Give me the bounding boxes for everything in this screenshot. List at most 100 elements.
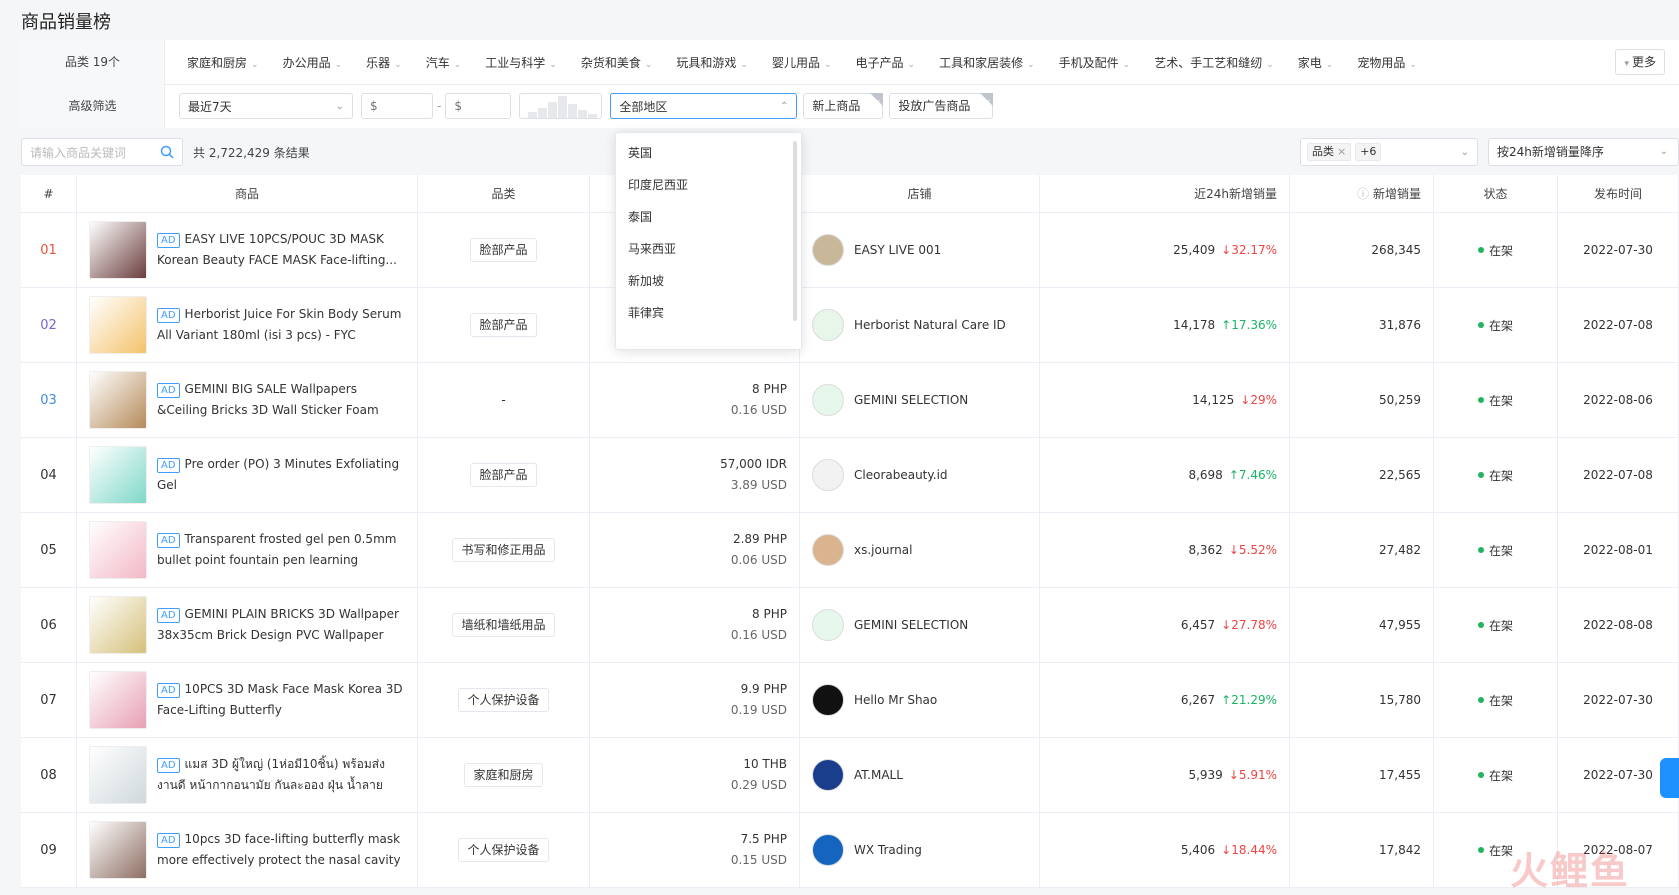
category-item[interactable]: 工具和家居装修 ⌄ [939, 54, 1035, 71]
category-item[interactable]: 乐器 ⌄ [366, 54, 402, 71]
price-min-input[interactable] [361, 93, 433, 119]
category-item[interactable]: 杂货和美食 ⌄ [581, 54, 653, 71]
table-row[interactable]: 04 AD Pre order (PO) 3 Minutes Exfoliating… [21, 438, 1679, 513]
sales-24h-cell: 6,267 ↑21.29% [1040, 663, 1290, 737]
product-title-block[interactable]: AD Herborist Juice For Skin Body Serum Al… [157, 304, 405, 346]
filter-panel: 品类 19个 家庭和厨房 ⌄ 办公用品 ⌄ 乐器 ⌄ 汽车 ⌄ 工业与科学 ⌄ 杂货和美食 ⌄ 玩具和游… [21, 40, 1679, 128]
region-option[interactable]: 新加坡 [616, 265, 801, 297]
shop-name[interactable]: Cleorabeauty.id [854, 468, 948, 482]
product-thumbnail[interactable] [89, 521, 147, 579]
price-max-input[interactable] [445, 93, 512, 119]
shop-logo[interactable] [812, 534, 844, 566]
more-categories-button[interactable]: ▾ 更多 [1615, 49, 1665, 75]
product-thumbnail[interactable] [89, 371, 147, 429]
product-thumbnail[interactable] [89, 821, 147, 879]
category-item[interactable]: 手机及配件 ⌄ [1059, 54, 1131, 71]
shop-logo[interactable] [812, 459, 844, 491]
table-row[interactable]: 08 AD แมส 3D ผู้ใหญ่ (1ห่อมี10ชิ้น) พร้อมส… [21, 738, 1679, 813]
category-item[interactable]: 工业与科学 ⌄ [485, 54, 557, 71]
new-sales: 17,842 [1379, 843, 1421, 857]
region-option[interactable]: 英国 [616, 137, 801, 169]
price-usd: 0.19 USD [730, 703, 787, 717]
shop-logo[interactable] [812, 759, 844, 791]
region-select[interactable]: 全部地区 ⌃ [610, 93, 798, 119]
price-histogram[interactable] [519, 93, 603, 119]
shop-logo[interactable] [812, 234, 844, 266]
table-row[interactable]: 03 AD GEMINI BIG SALE Wallpapers &Ceiling … [21, 363, 1679, 438]
col-new-sales[interactable]: ⓘ 新增销量 [1290, 175, 1434, 212]
close-icon[interactable]: × [1337, 145, 1346, 158]
shop-name[interactable]: GEMINI SELECTION [854, 393, 968, 407]
shop-logo[interactable] [812, 834, 844, 866]
category-cell: 脸部产品 [418, 438, 590, 512]
table-row[interactable]: 07 AD 10PCS 3D Mask Face Mask Korea 3D Fac… [21, 663, 1679, 738]
ad-badge: AD [157, 533, 180, 548]
shop-name[interactable]: Hello Mr Shao [854, 693, 937, 707]
product-title-block[interactable]: AD GEMINI PLAIN BRICKS 3D Wallpaper 38x35… [157, 604, 405, 646]
shop-name[interactable]: WX Trading [854, 843, 922, 857]
category-multi-select[interactable]: 品类 × +6 ⌄ [1300, 138, 1478, 166]
shop-logo[interactable] [812, 309, 844, 341]
region-option[interactable]: 马来西亚 [616, 233, 801, 265]
sales-24h: 14,178 [1173, 318, 1216, 332]
search-icon[interactable] [160, 145, 174, 162]
floating-chat-button[interactable] [1660, 758, 1679, 798]
product-thumbnail[interactable] [89, 596, 147, 654]
search-input[interactable] [22, 139, 162, 167]
row-index: 08 [40, 767, 57, 783]
product-title-block[interactable]: AD GEMINI BIG SALE Wallpapers &Ceiling Br… [157, 379, 405, 421]
product-title-block[interactable]: AD 10pcs 3D face-lifting butterfly mask m… [157, 829, 405, 871]
product-title-block[interactable]: AD Pre order (PO) 3 Minutes Exfoliating G… [157, 454, 405, 496]
new-product-label: 新上商品 [812, 99, 861, 113]
dropdown-scrollbar[interactable] [793, 141, 797, 321]
category-tag-label: 品类 [1312, 145, 1334, 158]
category-item[interactable]: 电子产品 ⌄ [856, 54, 916, 71]
product-title-block[interactable]: AD EASY LIVE 10PCS/POUC 3D MASK Korean Be… [157, 229, 405, 271]
region-option[interactable]: 菲律宾 [616, 297, 801, 329]
shop-name[interactable]: Herborist Natural Care ID [854, 318, 1006, 332]
product-thumbnail[interactable] [89, 296, 147, 354]
product-thumbnail[interactable] [89, 221, 147, 279]
region-option[interactable]: 印度尼西亚 [616, 169, 801, 201]
region-option[interactable]: 泰国 [616, 201, 801, 233]
category-item[interactable]: 办公用品 ⌄ [283, 54, 343, 71]
new-product-checkbox[interactable]: 新上商品 ✓ [803, 93, 884, 119]
table-row[interactable]: 09 AD 10pcs 3D face-lifting butterfly mask… [21, 813, 1679, 888]
category-item[interactable]: 家庭和厨房 ⌄ [187, 54, 259, 71]
row-index: 05 [40, 542, 57, 558]
date-range-select[interactable]: 最近7天 ⌄ [179, 93, 353, 119]
table-row[interactable]: 01 AD EASY LIVE 10PCS/POUC 3D MASK Korean … [21, 213, 1679, 288]
shop-name[interactable]: GEMINI SELECTION [854, 618, 968, 632]
product-thumbnail[interactable] [89, 746, 147, 804]
sales-24h: 6,457 [1180, 618, 1216, 632]
category-item[interactable]: 艺术、手工艺和缝纫 ⌄ [1154, 54, 1274, 71]
product-thumbnail[interactable] [89, 446, 147, 504]
shop-logo[interactable] [812, 609, 844, 641]
arrow-down-icon: ↓5.91% [1228, 768, 1277, 782]
category-item[interactable]: 家电 ⌄ [1298, 54, 1334, 71]
ad-product-checkbox[interactable]: 投放广告商品 ✓ [889, 93, 994, 119]
table-row[interactable]: 06 AD GEMINI PLAIN BRICKS 3D Wallpaper 38x… [21, 588, 1679, 663]
category-item[interactable]: 玩具和游戏 ⌄ [676, 54, 748, 71]
shop-name[interactable]: AT.MALL [854, 768, 903, 782]
sort-select[interactable]: 按24h新增销量降序 ⌄ [1488, 138, 1679, 166]
category-item[interactable]: 宠物用品 ⌄ [1357, 54, 1417, 71]
chevron-down-icon: ⌄ [1122, 59, 1131, 70]
product-title-block[interactable]: AD Transparent frosted gel pen 0.5mm bull… [157, 529, 405, 571]
shop-logo[interactable] [812, 384, 844, 416]
product-thumbnail[interactable] [89, 671, 147, 729]
category-item[interactable]: 婴儿用品 ⌄ [772, 54, 832, 71]
shop-logo[interactable] [812, 684, 844, 716]
table-row[interactable]: 02 AD Herborist Juice For Skin Body Serum … [21, 288, 1679, 363]
col-24h-sales[interactable]: 近24h新增销量 [1040, 175, 1290, 212]
table-row[interactable]: 05 AD Transparent frosted gel pen 0.5mm bu… [21, 513, 1679, 588]
status-cell: 在架 [1434, 663, 1558, 737]
shop-name[interactable]: xs.journal [854, 543, 912, 557]
keyword-search [21, 138, 183, 167]
product-title-block[interactable]: AD แมส 3D ผู้ใหญ่ (1ห่อมี10ชิ้น) พร้อมส่ง… [157, 754, 405, 796]
status-dot-icon [1477, 622, 1484, 628]
row-index-cell: 09 [21, 813, 77, 887]
product-title-block[interactable]: AD 10PCS 3D Mask Face Mask Korea 3D Face-… [157, 679, 405, 721]
category-item[interactable]: 汽车 ⌄ [426, 54, 462, 71]
shop-name[interactable]: EASY LIVE 001 [854, 243, 941, 257]
